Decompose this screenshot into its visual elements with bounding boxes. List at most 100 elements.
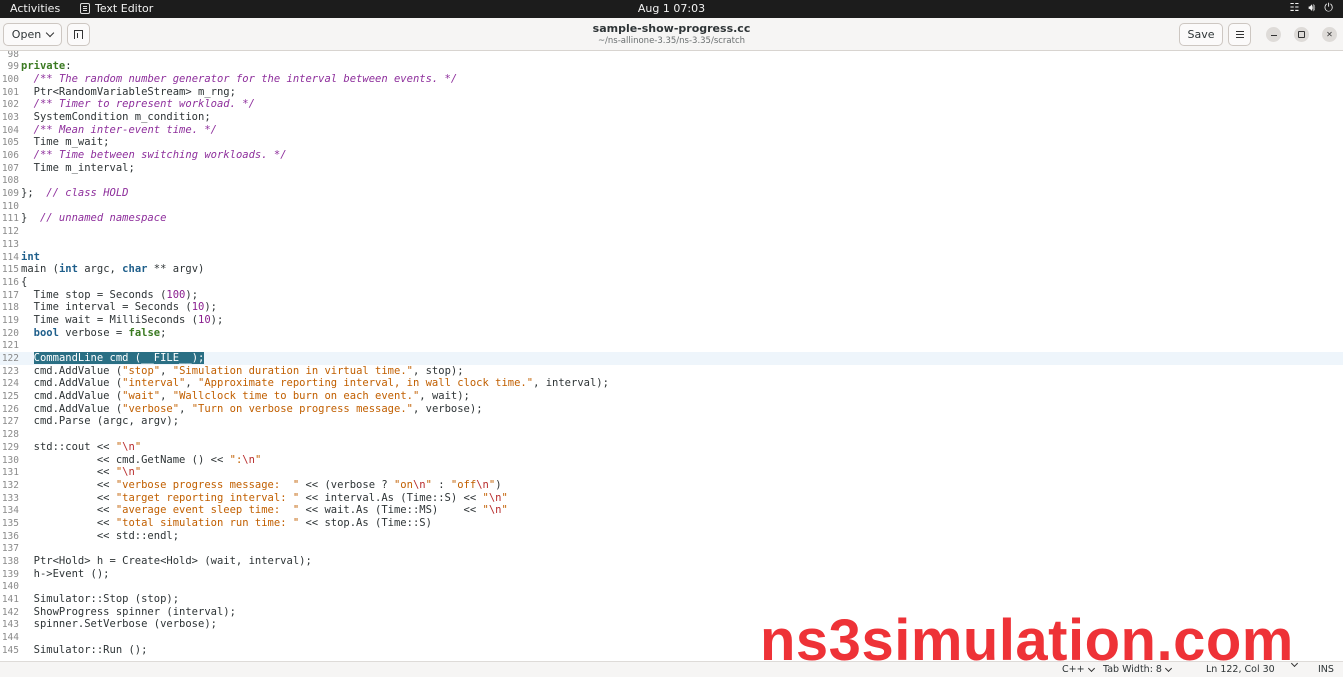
code-line[interactable]: 134 << "average event sleep time: " << w… [0,504,609,517]
code-line[interactable]: 117 Time stop = Seconds (100); [0,289,609,302]
open-button[interactable]: Open [3,23,62,46]
code-line[interactable]: 104 /** Mean inter-event time. */ [0,124,609,137]
code-line[interactable]: 132 << "verbose progress message: " << (… [0,479,609,492]
code-token: Time m_wait; [21,136,110,149]
language-label: C++ [1062,664,1085,675]
code-line[interactable]: 103 SystemCondition m_condition; [0,111,609,124]
line-code: /** Mean inter-event time. */ [21,124,217,136]
code-line[interactable]: 138 Ptr<Hold> h = Create<Hold> (wait, in… [0,555,609,568]
code-line[interactable]: 129 std::cout << "\n" [0,441,609,454]
code-token: ) [495,478,502,491]
network-icon[interactable]: ☷ [1289,1,1299,15]
code-line[interactable]: 121 [0,339,609,352]
code-token: ); [204,301,217,314]
code-line[interactable]: 111} // unnamed namespace [0,212,609,225]
code-line[interactable]: 136 << std::endl; [0,530,609,543]
position-menu[interactable] [1290,659,1299,668]
code-line[interactable]: 119 Time wait = MilliSeconds (10); [0,314,609,327]
line-code: << std::endl; [21,530,179,542]
code-line[interactable]: 140 [0,580,609,593]
code-line[interactable]: 125 cmd.AddValue ("wait", "Wallclock tim… [0,390,609,403]
code-line[interactable]: 135 << "total simulation run time: " << … [0,517,609,530]
code-line[interactable]: 109}; // class HOLD [0,187,609,200]
code-line[interactable]: 137 [0,542,609,555]
code-line[interactable]: 126 cmd.AddValue ("verbose", "Turn on ve… [0,403,609,416]
code-line[interactable]: 115 main (int argc, char ** argv) [0,263,609,276]
new-tab-button[interactable] [67,23,90,46]
line-code: spinner.SetVerbose (verbose); [21,618,217,630]
system-tray[interactable]: ☷ 🔊︎ ⏻ [1289,1,1333,15]
code-line[interactable]: 113 [0,238,609,251]
header-bar: Open sample-show-progress.cc ~/ns-allino… [0,18,1343,51]
power-icon[interactable]: ⏻ [1324,1,1333,15]
code-line[interactable]: 124 cmd.AddValue ("interval", "Approxima… [0,377,609,390]
activities-button[interactable]: Activities [10,2,60,15]
code-line[interactable]: 99 private: [0,60,609,73]
code-token: "on [393,478,413,491]
code-token: Simulator::Run (); [21,643,148,656]
code-line[interactable]: 105 Time m_wait; [0,136,609,149]
line-code: Time m_wait; [21,136,110,148]
insert-mode-indicator: INS [1318,664,1334,675]
code-line[interactable]: 112 [0,225,609,238]
code-token: "Wallclock time to burn on each event." [172,390,420,403]
code-token: "wait" [122,390,161,403]
app-menu[interactable]: Text Editor [80,2,153,15]
code-token: int [58,263,78,276]
code-token: << [21,491,116,504]
code-line[interactable]: 108 [0,174,609,187]
code-line[interactable]: 123 cmd.AddValue ("stop", "Simulation du… [0,365,609,378]
code-line[interactable]: 133 << "target reporting interval: " << … [0,492,609,505]
code-token: \n [476,478,489,491]
code-token: " [134,440,142,453]
code-line[interactable]: 122 CommandLine cmd (__FILE__); [0,352,609,365]
code-token: ); [185,288,199,301]
close-button[interactable]: ✕ [1322,27,1337,42]
main-menu-button[interactable] [1228,23,1251,46]
code-line[interactable]: 130 << cmd.GetName () << ":\n" [0,454,609,467]
code-line[interactable]: 98 [0,51,609,60]
language-selector[interactable]: C++ [1062,664,1095,675]
minimize-button[interactable] [1266,27,1281,42]
code-line[interactable]: 120 bool verbose = false; [0,327,609,340]
code-line[interactable]: 141 Simulator::Stop (stop); [0,593,609,606]
line-code: /** Timer to represent workload. */ [21,98,255,110]
code-line[interactable]: 143 spinner.SetVerbose (verbose); [0,618,609,631]
volume-icon[interactable]: 🔊︎ [1308,1,1315,15]
document-title: sample-show-progress.cc [592,22,751,35]
selected-text: CommandLine cmd (__FILE__); [33,352,205,364]
new-tab-icon [74,30,83,39]
code-token: h->Event (); [21,567,110,580]
code-line[interactable]: 116{ [0,276,609,289]
code-line[interactable]: 127 cmd.Parse (argc, argv); [0,415,609,428]
cursor-position[interactable]: Ln 122, Col 30 [1206,664,1275,675]
code-line[interactable]: 131 << "\n" [0,466,609,479]
code-line[interactable]: 142 ShowProgress spinner (interval); [0,606,609,619]
line-code: Time interval = Seconds (10); [21,301,217,313]
tab-width-selector[interactable]: Tab Width: 8 [1103,664,1173,675]
code-token: SystemCondition m_condition; [21,110,211,123]
line-code: << "verbose progress message: " << (verb… [21,479,502,491]
code-token: private [21,60,66,73]
code-line[interactable]: 110 [0,200,609,213]
line-code: std::cout << "\n" [21,440,142,453]
code-line[interactable]: 102 /** Timer to represent workload. */ [0,98,609,111]
code-line[interactable]: 118 Time interval = Seconds (10); [0,301,609,314]
code-editor[interactable]: 98 99 private: 100 /** The random number ge… [0,51,1343,661]
maximize-button[interactable] [1294,27,1309,42]
code-line[interactable]: 100 /** The random number generator for … [0,73,609,86]
line-code: ShowProgress spinner (interval); [21,606,236,618]
code-token: /** Time between switching workloads. */ [33,149,287,161]
chevron-down-icon [1290,659,1299,668]
code-line[interactable]: 128 [0,428,609,441]
code-line[interactable]: 144 [0,631,609,644]
code-line[interactable]: 114 int [0,251,609,264]
save-button[interactable]: Save [1179,23,1223,46]
code-line[interactable]: 101 Ptr<RandomVariableStream> m_rng; [0,86,609,99]
code-line[interactable]: 106 /** Time between switching workloads… [0,149,609,162]
code-line[interactable]: 107 Time m_interval; [0,162,609,175]
code-line[interactable]: 139 h->Event (); [0,568,609,581]
code-line[interactable]: 145 Simulator::Run (); [0,644,609,657]
code-token: ** argv) [147,263,205,276]
